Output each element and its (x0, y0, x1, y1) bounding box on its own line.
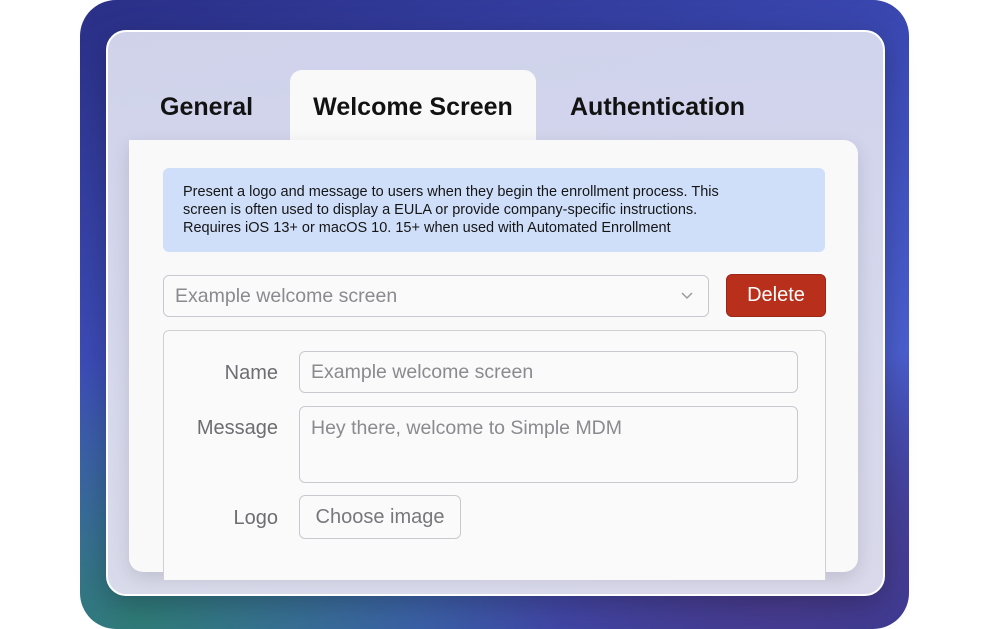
info-text-line-3: Requires iOS 13+ or macOS 10. 15+ when u… (183, 220, 671, 236)
name-input[interactable]: Example welcome screen (299, 351, 798, 393)
chevron-down-icon (681, 292, 693, 300)
logo-label: Logo (233, 507, 279, 529)
info-banner: Present a logo and message to users when… (163, 168, 825, 252)
message-textarea[interactable]: Hey there, welcome to Simple MDM (299, 406, 798, 483)
tab-welcome-screen[interactable]: Welcome Screen (290, 70, 536, 144)
info-text-line-1: Present a logo and message to users when… (183, 184, 719, 200)
message-label: Message (196, 417, 278, 439)
name-label: Name (224, 362, 278, 384)
welcome-screen-select-value: Example welcome screen (175, 284, 398, 307)
choose-image-button[interactable]: Choose image (299, 495, 461, 539)
tab-authentication[interactable]: Authentication (570, 88, 745, 126)
message-textarea-placeholder: Hey there, welcome to Simple MDM (311, 417, 623, 439)
name-input-placeholder: Example welcome screen (311, 360, 534, 383)
info-text-line-2: screen is often used to display a EULA o… (183, 202, 698, 218)
delete-button[interactable]: Delete (726, 274, 826, 317)
welcome-screen-select[interactable]: Example welcome screen (163, 275, 709, 317)
tab-general[interactable]: General (160, 88, 253, 126)
